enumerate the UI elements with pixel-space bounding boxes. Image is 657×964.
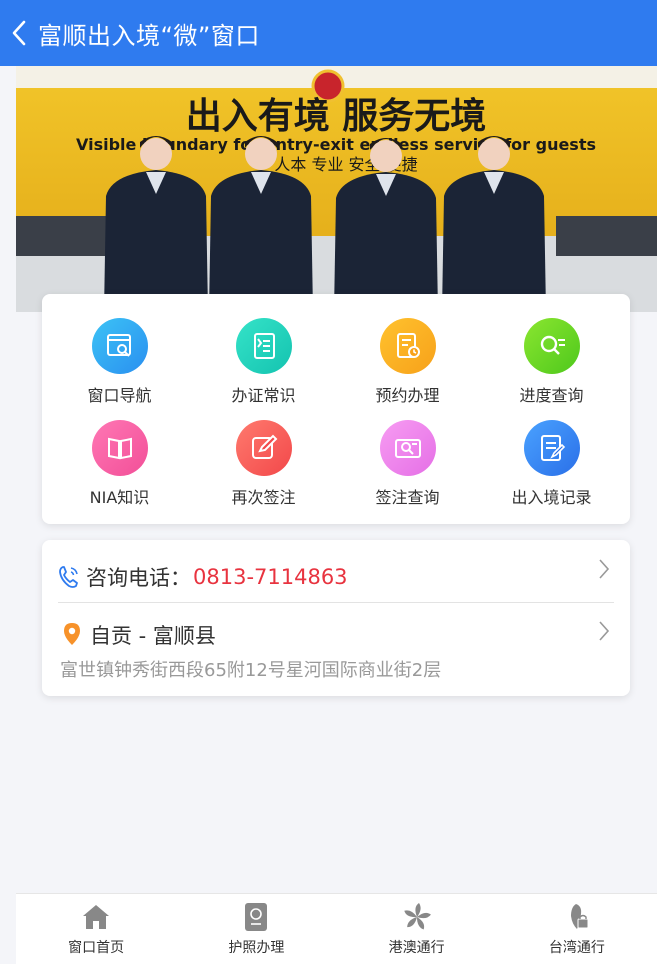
service-grid: 窗口导航 办证常识 预约办理 进度查询 NIA知识 再次签注 签注查询 出入境记… bbox=[42, 294, 630, 524]
grid-item-label: NIA知识 bbox=[89, 488, 150, 507]
contact-card: 咨询电话： 0813-7114863 自贡 - 富顺县 富世镇钟秀街西段65附1… bbox=[42, 540, 630, 696]
chevron-left-icon bbox=[12, 20, 26, 46]
back-button[interactable] bbox=[0, 0, 40, 66]
grid-item-window-nav[interactable]: 窗口导航 bbox=[46, 318, 193, 418]
record-icon bbox=[540, 435, 565, 461]
chevron-right-icon bbox=[599, 559, 610, 579]
divider bbox=[58, 602, 614, 603]
page-title: 富顺出入境“微”窗口 bbox=[38, 21, 260, 50]
grid-item-label: 办证常识 bbox=[231, 386, 296, 405]
edit-sign-icon bbox=[251, 434, 277, 459]
banner-slogan-cn: 出入有境 服务无境 bbox=[186, 96, 487, 137]
tab-home[interactable]: 窗口首页 bbox=[16, 894, 176, 964]
app-header: 富顺出入境“微”窗口 bbox=[0, 0, 657, 66]
progress-search-icon bbox=[540, 335, 565, 355]
endorsement-query-icon bbox=[394, 439, 421, 458]
tab-label: 港澳通行 bbox=[388, 940, 445, 956]
tab-label: 护照办理 bbox=[228, 940, 285, 956]
tab-passport[interactable]: 护照办理 bbox=[176, 894, 336, 964]
grid-item-label: 再次签注 bbox=[231, 488, 296, 507]
window-nav-icon bbox=[106, 334, 131, 357]
phone-number[interactable]: 0813-7114863 bbox=[193, 565, 348, 589]
tab-label: 窗口首页 bbox=[68, 940, 125, 956]
taiwan-icon bbox=[570, 904, 589, 929]
grid-item-re-endorse[interactable]: 再次签注 bbox=[190, 420, 337, 520]
grid-item-document-knowledge[interactable]: 办证常识 bbox=[190, 318, 337, 418]
phone-row[interactable]: 咨询电话： 0813-7114863 bbox=[58, 554, 614, 600]
passport-icon bbox=[245, 903, 268, 931]
banner-image: 出入有境 服务无境 Visible boundary for entry-exi… bbox=[16, 66, 657, 312]
tab-taiwan[interactable]: 台湾通行 bbox=[497, 894, 657, 964]
location-pin-icon bbox=[64, 623, 80, 645]
book-icon bbox=[107, 437, 132, 460]
chevron-right-icon bbox=[599, 621, 610, 641]
banner-photo: 出入有境 服务无境 Visible boundary for entry-exi… bbox=[16, 66, 657, 312]
grid-item-entry-exit-record[interactable]: 出入境记录 bbox=[478, 420, 625, 520]
document-knowledge-icon bbox=[253, 333, 275, 359]
bottom-tab-bar: 窗口首页 护照办理 港澳通行 台湾通行 bbox=[16, 893, 657, 964]
address-city: 自贡 - 富顺县 bbox=[90, 624, 216, 648]
bauhinia-icon bbox=[403, 903, 431, 930]
tab-label: 台湾通行 bbox=[548, 940, 605, 956]
grid-item-nia-knowledge[interactable]: NIA知识 bbox=[46, 420, 193, 520]
address-row[interactable]: 自贡 - 富顺县 富世镇钟秀街西段65附12号星河国际商业街2层 bbox=[58, 616, 614, 686]
grid-item-label: 窗口导航 bbox=[87, 386, 152, 405]
home-icon bbox=[83, 905, 110, 929]
grid-item-endorsement-query[interactable]: 签注查询 bbox=[334, 420, 481, 520]
grid-item-progress-search[interactable]: 进度查询 bbox=[478, 318, 625, 418]
tab-hk-macao[interactable]: 港澳通行 bbox=[337, 894, 497, 964]
grid-item-appointment[interactable]: 预约办理 bbox=[334, 318, 481, 418]
grid-item-label: 进度查询 bbox=[519, 386, 584, 405]
appointment-icon bbox=[396, 333, 420, 358]
address-street: 富世镇钟秀街西段65附12号星河国际商业街2层 bbox=[60, 660, 442, 681]
phone-icon bbox=[59, 566, 78, 588]
phone-label: 咨询电话： bbox=[86, 566, 191, 590]
grid-item-label: 出入境记录 bbox=[511, 488, 592, 507]
grid-item-label: 签注查询 bbox=[375, 488, 440, 507]
grid-item-label: 预约办理 bbox=[375, 386, 440, 405]
